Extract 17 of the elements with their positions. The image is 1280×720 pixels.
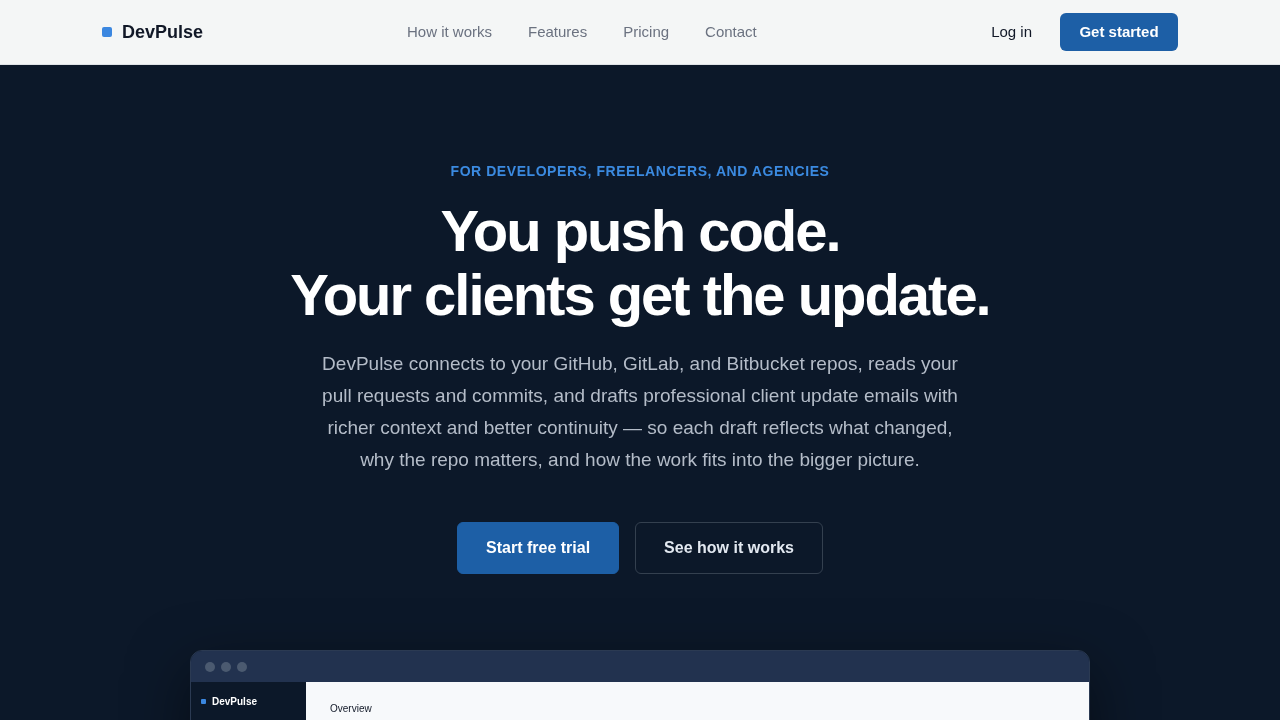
brand-logo[interactable]: DevPulse — [122, 18, 204, 46]
logo-square-icon — [201, 699, 206, 704]
nav-link[interactable]: Features — [528, 20, 588, 44]
logo-square-icon — [102, 27, 112, 37]
eyebrow-text: FOR DEVELOPERS, FREELANCERS, AND AGENCIES — [450, 162, 830, 180]
headline-text: Your clients get the update. — [290, 263, 990, 327]
start-trial-button[interactable]: Start free trial — [457, 522, 620, 574]
preview-brand-logo: DevPulse — [212, 695, 258, 708]
login-link[interactable]: Log in — [991, 20, 1032, 44]
preview-page-title: Overview — [330, 703, 372, 714]
nav-link[interactable]: How it works — [407, 20, 492, 44]
nav-link[interactable]: Contact — [705, 20, 757, 44]
get-started-button[interactable]: Get started — [1060, 13, 1178, 51]
nav-link[interactable]: Pricing — [623, 20, 670, 44]
secondary-button[interactable]: See how it works — [635, 522, 823, 574]
hero-description: DevPulse connects to your GitHub, GitLab, and Bitbucket repos, reads your pull requests and commits, and drafts professional client update emails with richer context and better continuity — so each draft reflects what changed, why the repo matters, and how the work fits into the bigger picture. — [321, 352, 959, 472]
headline-text: You push code. — [440, 199, 840, 263]
